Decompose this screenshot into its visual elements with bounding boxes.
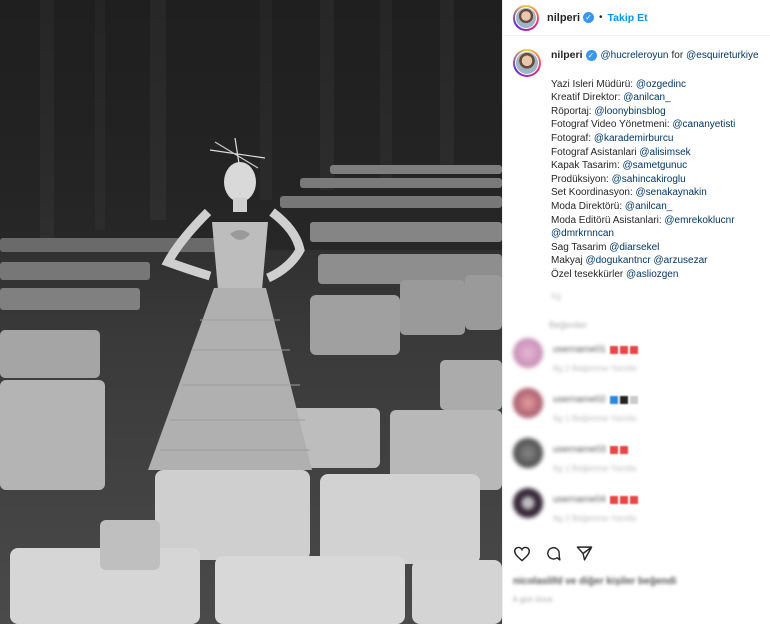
curtain: [0, 0, 502, 250]
credit-line: Yazi Isleri Müdürü: @ozgedinc: [551, 78, 687, 90]
comment-username[interactable]: username01: [553, 344, 606, 355]
credit-line: Sag Tasarim @diarsekel: [551, 241, 660, 253]
credit-line: Moda Direktörü: @anilcan_: [551, 200, 673, 212]
post-header: nilperi ✓ • Takip Et: [503, 0, 770, 36]
credit-line: Kapak Tasarim: @sametgunuc: [551, 160, 688, 172]
credit-line: @dmrkrnncan: [551, 227, 765, 241]
mention-link[interactable]: @cananyetisti: [672, 119, 735, 130]
mention-link[interactable]: @ozgedinc: [636, 79, 686, 90]
header-avatar[interactable]: [513, 4, 539, 31]
mention-link[interactable]: @loonybinsblog: [594, 106, 665, 117]
heart-emoji-icon: [610, 495, 619, 504]
header-username[interactable]: nilperi: [547, 12, 580, 24]
mention-link[interactable]: @anilcan_: [623, 92, 670, 103]
credit-line: Moda Editörü Asistanlari: @emrekoklucnr: [551, 214, 735, 226]
post-sidebar: nilperi ✓ • Takip Et nilperi ✓ @hucreler…: [502, 0, 770, 624]
credit-line: Makyaj @dogukantncr @arzusezar: [551, 255, 708, 267]
heart-icon[interactable]: [513, 546, 531, 562]
caption-time: 6g: [551, 290, 562, 301]
mention-link[interactable]: @karademirburcu: [594, 133, 674, 144]
credits-list: Yazi Isleri Müdürü: @ozgedinc Kreatif Di…: [551, 78, 765, 282]
seat-rows-front: [10, 470, 502, 624]
post-caption: nilperi ✓ @hucreleroyun for @esquireturk…: [503, 36, 770, 303]
cinema-photo-illustration: [0, 0, 502, 624]
verified-badge-icon: ✓: [585, 50, 597, 62]
mention-link[interactable]: @dmrkrnncan: [551, 228, 614, 239]
comment-item: username04 6g 2 Beğenme Yanıtla: [503, 488, 770, 538]
caption-username[interactable]: nilperi: [551, 49, 583, 63]
mention-link[interactable]: @diarsekel: [609, 242, 659, 253]
credit-line: Kreatif Direktor: @anilcan_: [551, 92, 671, 104]
mention-link[interactable]: @hucreleroyun: [601, 49, 669, 63]
mention-link[interactable]: @emrekoklucnr: [664, 215, 734, 226]
credit-line: Özel tesekkürler @asliozgen: [551, 268, 679, 280]
credit-line: Fotograf Video Yönetmeni: @cananyetisti: [551, 119, 736, 131]
credit-line: Fotograf: @karademirburcu: [551, 132, 674, 144]
comment-meta: 6g 2 Beğenme Yanıtla: [553, 363, 637, 374]
post-timestamp: 6 gün önce: [513, 595, 553, 604]
emoji-icon: [610, 395, 619, 404]
comment-item: username02 6g 1 Beğenme Yanıtla: [503, 388, 770, 438]
comment-username[interactable]: username02: [553, 394, 606, 405]
comment-avatar[interactable]: [513, 338, 543, 369]
caption-avatar[interactable]: [513, 49, 541, 77]
heart-emoji-icon: [620, 345, 629, 354]
caption-header: nilperi ✓ @hucreleroyun for @esquireturk…: [551, 49, 765, 63]
instagram-post: nilperi ✓ • Takip Et nilperi ✓ @hucreler…: [0, 0, 770, 624]
credit-line: Set Koordinasyon: @senakaynakin: [551, 187, 707, 199]
emoji-icon: [620, 395, 629, 404]
verified-badge-icon: ✓: [583, 12, 595, 23]
mention-link[interactable]: @esquireturkiye: [686, 49, 758, 63]
heart-emoji-icon: [630, 495, 639, 504]
heart-emoji-icon: [630, 345, 639, 354]
mention-link[interactable]: @asliozgen: [626, 269, 678, 280]
comment-meta: 6g 1 Beğenme Yanıtla: [553, 413, 637, 424]
likes-count[interactable]: nicolaslifd ve diğer kişiler beğendi: [513, 576, 676, 587]
comment-item: username01 6g 2 Beğenme Yanıtla: [503, 338, 770, 388]
comment-username[interactable]: username03: [553, 444, 606, 455]
comment-avatar[interactable]: [513, 388, 543, 419]
heart-emoji-icon: [620, 445, 629, 454]
comment-icon[interactable]: [545, 545, 562, 562]
mention-link[interactable]: @anilcan_: [625, 201, 672, 212]
comment-meta: 6g 1 Beğenme Yanıtla: [553, 463, 637, 474]
mention-link[interactable]: @senakaynakin: [636, 187, 707, 198]
comment-item: username03 6g 1 Beğenme Yanıtla: [503, 438, 770, 488]
post-photo[interactable]: [0, 0, 502, 624]
mention-link[interactable]: @dogukantncr @arzusezar: [585, 255, 707, 266]
comment-avatar[interactable]: [513, 488, 543, 519]
comment-meta: 6g 2 Beğenme Yanıtla: [553, 513, 637, 524]
heart-emoji-icon: [610, 345, 619, 354]
comment-username[interactable]: username04: [553, 494, 606, 505]
follow-button[interactable]: Takip Et: [608, 12, 648, 24]
mention-link[interactable]: @alisimsek: [639, 147, 690, 158]
mention-link[interactable]: @sahincakiroglu: [612, 174, 686, 185]
heart-emoji-icon: [620, 495, 629, 504]
comment-avatar[interactable]: [513, 438, 543, 469]
credit-line: Fotograf Asistanlari @alisimsek: [551, 146, 691, 158]
share-icon[interactable]: [576, 545, 593, 562]
comments-divider-label: Beğeniler: [549, 320, 588, 331]
header-separator: •: [599, 12, 603, 23]
heart-emoji-icon: [610, 445, 619, 454]
credit-line: Prodüksiyon: @sahincakiroglu: [551, 173, 686, 185]
post-actions: [513, 545, 593, 562]
comments-list: username01 6g 2 Beğenme Yanıtla username…: [503, 338, 770, 538]
emoji-icon: [630, 395, 639, 404]
for-word: for: [671, 50, 684, 61]
mention-link[interactable]: @sametgunuc: [623, 160, 688, 171]
credit-line: Röportaj: @loonybinsblog: [551, 105, 666, 117]
